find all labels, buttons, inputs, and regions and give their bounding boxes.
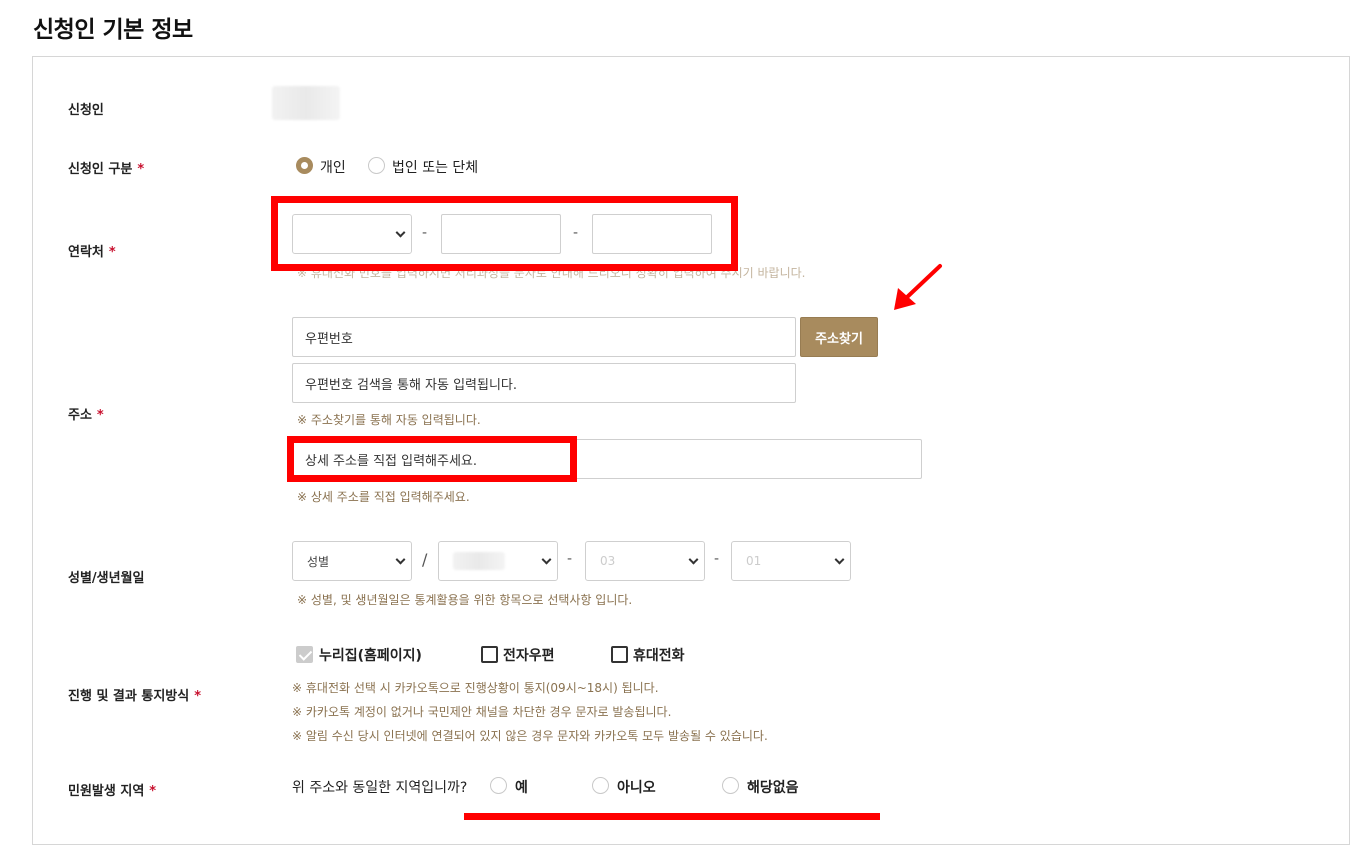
address-label: 주소 * (68, 408, 104, 423)
base-address-hint: ※ 주소찾기를 통해 자동 입력됩니다. (297, 413, 481, 427)
radio-region-yes-label: 예 (515, 780, 528, 796)
birth-separator-1: - (567, 551, 573, 567)
birth-month-select[interactable]: 03 (585, 541, 705, 581)
notify-hint-3: ※ 알림 수신 당시 인터넷에 연결되어 있지 않은 경우 문자와 카카오톡 모… (292, 729, 768, 743)
chevron-down-icon (834, 554, 845, 565)
region-question: 위 주소와 동일한 지역입니까? (292, 780, 468, 796)
annotation-arrow-icon (890, 262, 946, 314)
checkbox-email-label: 전자우편 (503, 648, 555, 664)
annotation-box-contact (271, 196, 738, 271)
radio-individual-label: 개인 (320, 160, 346, 176)
birth-day-select[interactable]: 01 (731, 541, 851, 581)
chevron-down-icon (395, 554, 406, 565)
radio-region-na[interactable] (722, 777, 739, 794)
checkbox-homepage[interactable] (296, 646, 313, 663)
applicant-type-label: 신청인 구분 * (68, 162, 145, 177)
gender-birth-hint: ※ 성별, 및 생년월일은 통계활용을 위한 항목으로 선택사항 입니다. (297, 593, 633, 607)
birth-year-redacted (453, 552, 505, 570)
radio-corporation-label: 법인 또는 단체 (392, 160, 479, 176)
base-address-input[interactable]: 우편번호 검색을 통해 자동 입력됩니다. (292, 363, 796, 403)
birth-separator-2: - (714, 551, 720, 567)
radio-region-na-label: 해당없음 (747, 780, 799, 796)
radio-individual[interactable] (296, 157, 313, 174)
notify-hint-1: ※ 휴대전화 선택 시 카카오톡으로 진행상황이 통지(09시~18시) 됩니다… (292, 681, 659, 695)
radio-region-no[interactable] (592, 777, 609, 794)
radio-region-no-label: 아니오 (617, 780, 656, 796)
gender-birth-label: 성별/생년월일 (68, 571, 145, 586)
checkbox-homepage-label: 누리집(홈페이지) (319, 648, 422, 664)
annotation-underline-region (464, 813, 880, 820)
detail-address-hint: ※ 상세 주소를 직접 입력해주세요. (297, 490, 470, 504)
page-title: 신청인 기본 정보 (33, 17, 193, 43)
notify-hint-2: ※ 카카오톡 계정이 없거나 국민제안 채널을 차단한 경우 문자로 발송됩니다… (292, 705, 672, 719)
radio-corporation[interactable] (368, 157, 385, 174)
applicant-label: 신청인 (68, 103, 104, 118)
applicant-name-redacted (272, 86, 340, 120)
annotation-box-detail-address (287, 436, 577, 482)
region-label: 민원발생 지역 * (68, 784, 157, 799)
checkbox-email[interactable] (481, 646, 498, 663)
zipcode-input[interactable]: 우편번호 (292, 317, 796, 357)
address-search-button[interactable]: 주소찾기 (800, 317, 878, 357)
birth-year-select[interactable] (438, 541, 558, 581)
gender-select[interactable]: 성별 (292, 541, 412, 581)
chevron-down-icon (688, 554, 699, 565)
chevron-down-icon (541, 554, 552, 565)
checkbox-mobile-label: 휴대전화 (633, 648, 685, 664)
notify-label: 진행 및 결과 통지방식 * (68, 689, 202, 704)
radio-region-yes[interactable] (490, 777, 507, 794)
checkbox-mobile[interactable] (611, 646, 628, 663)
contact-label: 연락처 * (68, 245, 116, 260)
gender-birth-slash: / (422, 550, 428, 569)
